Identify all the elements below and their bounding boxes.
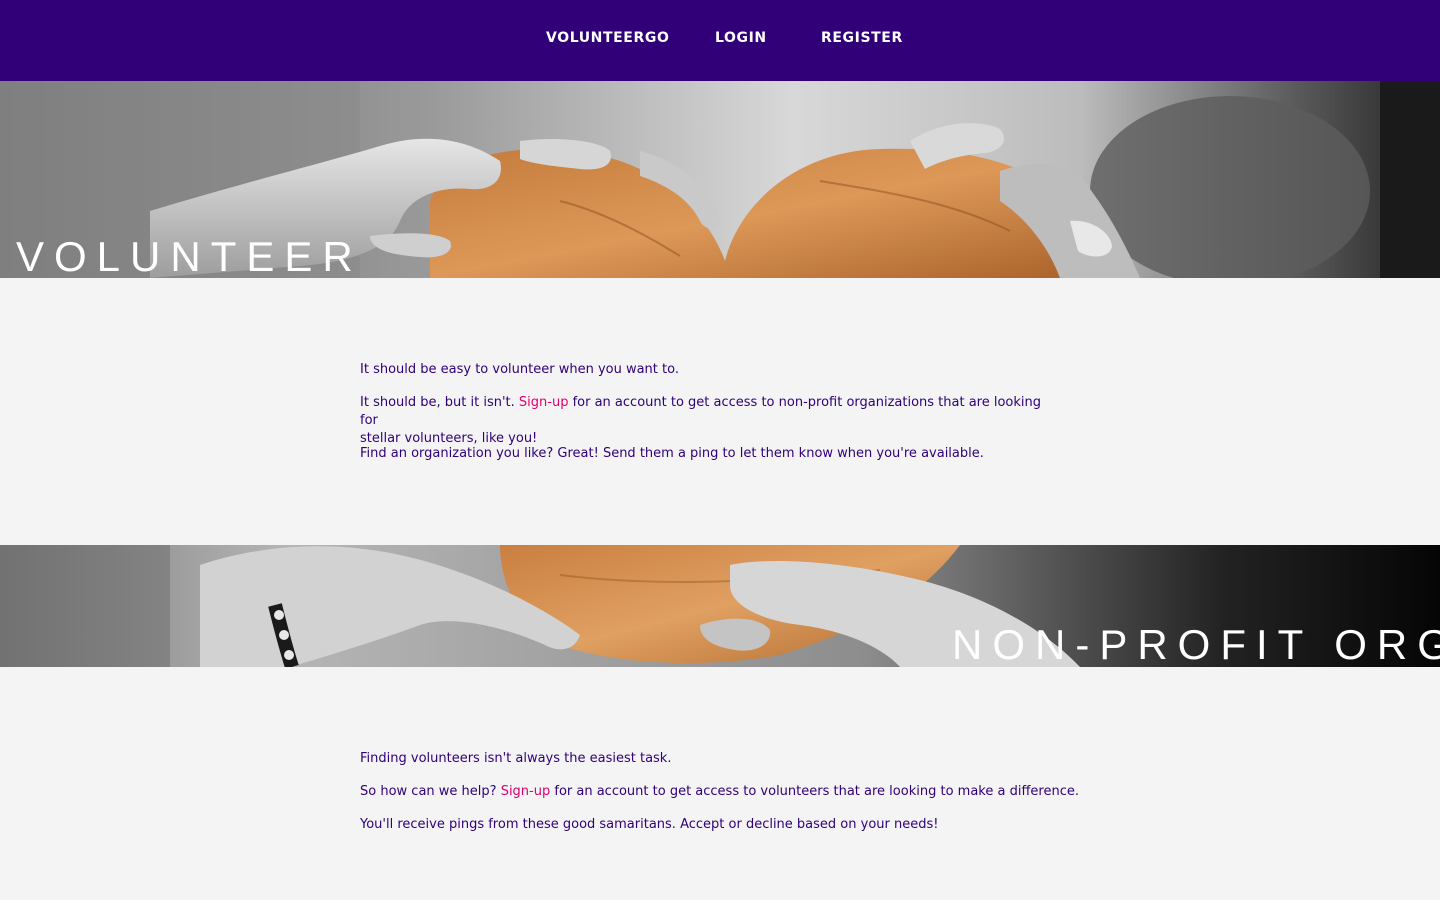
nonprofit-paragraph-1: Finding volunteers isn't always the easi…	[360, 750, 1060, 768]
nonprofit-p1-text: Finding volunteers isn't always the easi…	[360, 751, 672, 766]
volunteer-p2-post-text-line2: stellar volunteers, like you!	[360, 431, 538, 446]
nonprofit-paragraph-3: You'll receive pings from these good sam…	[360, 816, 1060, 834]
volunteer-paragraph-3: Find an organization you like? Great! Se…	[360, 445, 1060, 463]
volunteer-p3-text: Find an organization you like? Great! Se…	[360, 446, 984, 461]
nonprofit-p2-pre-text: So how can we help?	[360, 784, 501, 799]
volunteer-paragraph-1: It should be easy to volunteer when you …	[360, 361, 1060, 379]
nonprofit-paragraph-2: So how can we help? Sign-up for an accou…	[360, 783, 1120, 801]
volunteer-section: It should be easy to volunteer when you …	[0, 278, 1440, 545]
volunteer-p1-text: It should be easy to volunteer when you …	[360, 362, 679, 377]
nav-brand-link[interactable]: VOLUNTEERGO	[546, 30, 669, 46]
nonprofit-hero-banner: NON-PROFIT ORG	[0, 545, 1440, 667]
nonprofit-p3-text: You'll receive pings from these good sam…	[360, 817, 939, 832]
nav-register-link[interactable]: REGISTER	[821, 30, 903, 46]
volunteer-paragraph-2: It should be, but it isn't. Sign-up for …	[360, 394, 1060, 448]
volunteer-p2-pre-text: It should be, but it isn't.	[360, 395, 519, 410]
nonprofit-section: Finding volunteers isn't always the easi…	[0, 667, 1440, 900]
nonprofit-p2-post-text: for an account to get access to voluntee…	[550, 784, 1079, 799]
nonprofit-signup-link[interactable]: Sign-up	[501, 784, 551, 799]
nav-login-link[interactable]: LOGIN	[715, 30, 767, 46]
volunteer-signup-link[interactable]: Sign-up	[519, 395, 569, 410]
nonprofit-hero-title: NON-PROFIT ORG	[952, 621, 1440, 667]
top-nav: VOLUNTEERGO LOGIN REGISTER	[0, 0, 1440, 81]
volunteer-hero-title: VOLUNTEER	[16, 233, 363, 278]
volunteer-hero-banner: VOLUNTEER	[0, 81, 1440, 278]
